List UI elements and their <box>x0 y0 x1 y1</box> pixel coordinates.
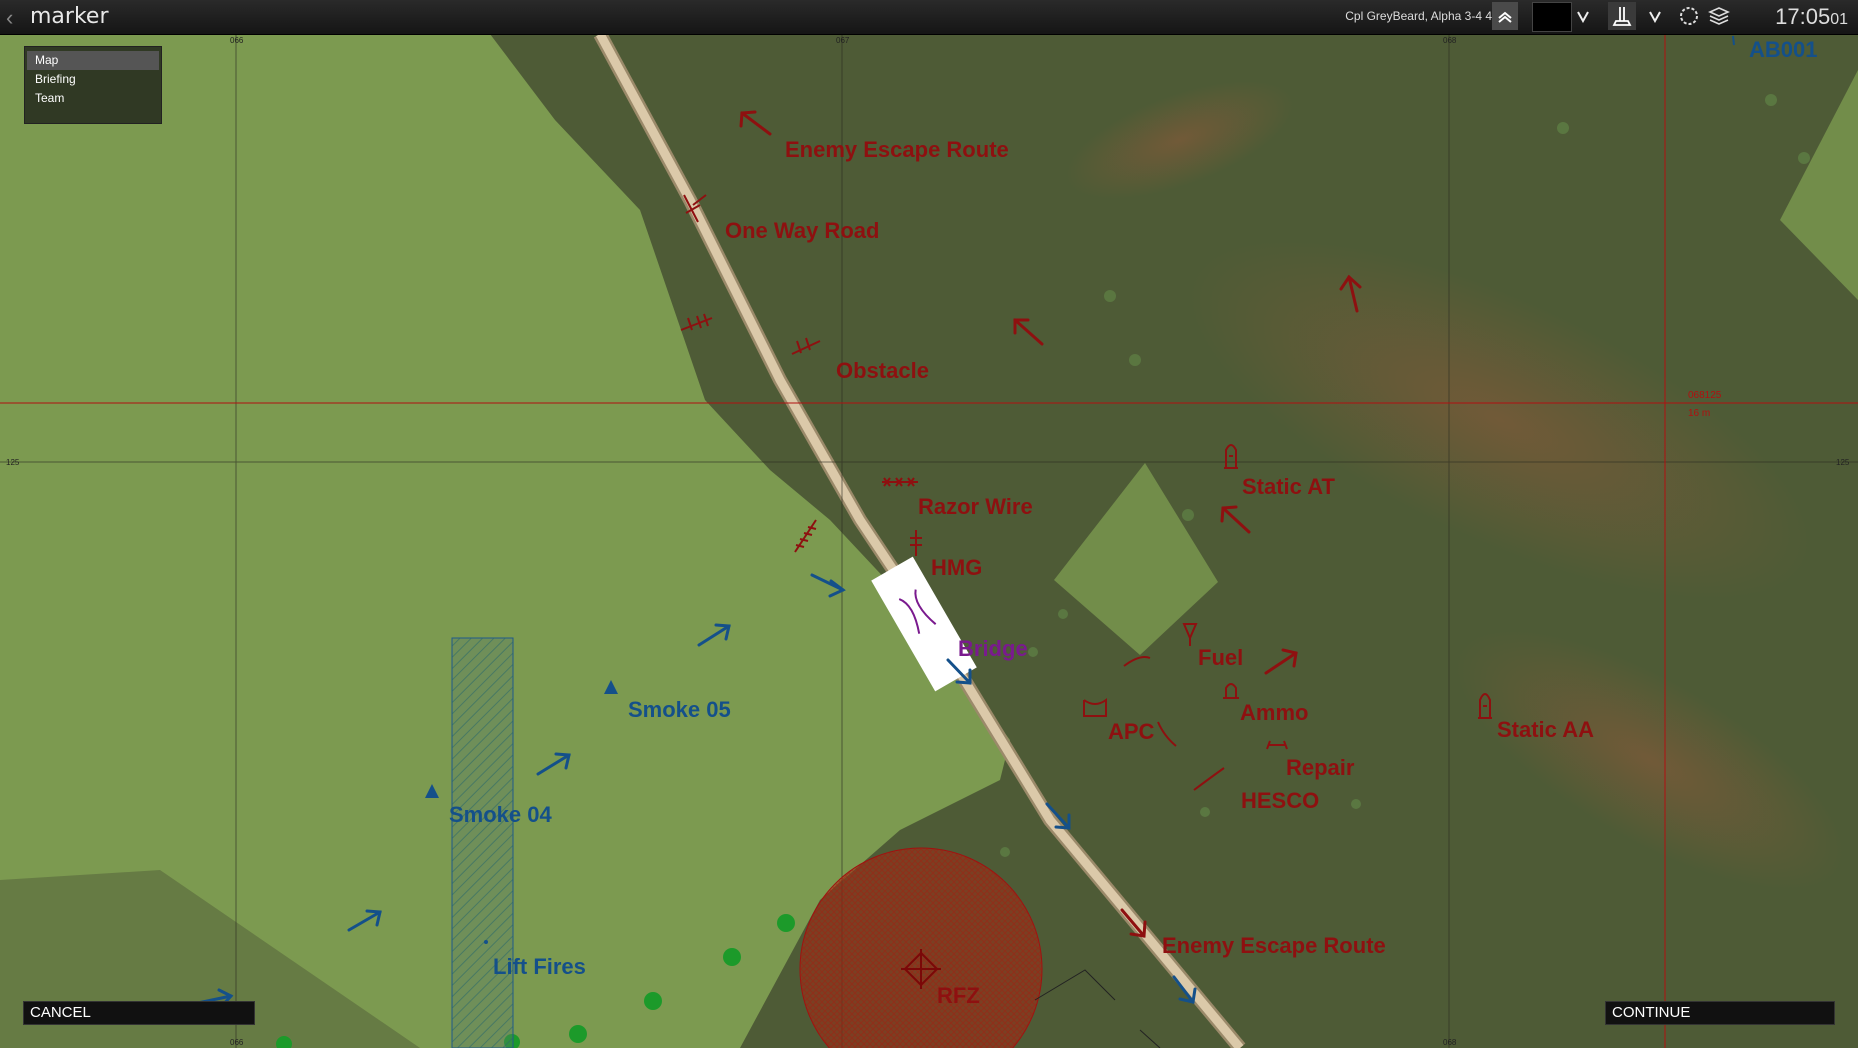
grid-label-y-125-right: 125 <box>1836 458 1850 467</box>
map-canvas[interactable]: 066 067 068 066 068 125 125 068125 16 m … <box>0 34 1858 1048</box>
chevron-down-icon[interactable] <box>1574 2 1592 30</box>
clock-seconds: 01 <box>1830 11 1848 28</box>
grid-label-x-068-bottom: 068 <box>1443 1038 1457 1047</box>
top-bar: ‹ marker Cpl GreyBeard, Alpha 3-4 4 17:0… <box>0 0 1858 35</box>
map-label-fuel[interactable]: Fuel <box>1198 645 1243 670</box>
map-label-rfz[interactable]: RFZ <box>937 983 980 1008</box>
clock: 17:0501 <box>1775 4 1848 30</box>
circle-icon[interactable] <box>1676 2 1702 30</box>
cancel-button[interactable]: CANCEL <box>23 1001 255 1025</box>
briefing-menu: Map Briefing Team <box>24 46 162 124</box>
map-label-one-way-road[interactable]: One Way Road <box>725 218 879 243</box>
map-label-apc[interactable]: APC <box>1108 719 1155 744</box>
back-chevron-icon[interactable]: ‹ <box>6 5 13 31</box>
map-label-enemy-escape-route[interactable]: Enemy Escape Route <box>785 137 1009 162</box>
cursor-grid-ref: 068125 <box>1688 390 1722 401</box>
grid-label-x-068: 068 <box>1443 36 1457 45</box>
map-label-static-at[interactable]: Static AT <box>1242 474 1335 499</box>
map-label-obstacle[interactable]: Obstacle <box>836 358 929 383</box>
marker-flag-icon[interactable] <box>1608 2 1636 30</box>
rank-chevrons-icon[interactable] <box>1492 2 1518 30</box>
layers-icon[interactable] <box>1706 2 1732 30</box>
ab001-icon[interactable] <box>1732 35 1735 46</box>
cursor-distance: 16 m <box>1688 408 1710 419</box>
map-label-hesco[interactable]: HESCO <box>1241 788 1319 813</box>
map-label-smoke-04[interactable]: Smoke 04 <box>449 802 552 827</box>
grid-label-y-125: 125 <box>6 458 20 467</box>
continue-button[interactable]: CONTINUE <box>1605 1001 1835 1025</box>
menu-item-team[interactable]: Team <box>25 89 161 108</box>
map-label-ab001[interactable]: AB001 <box>1749 37 1817 62</box>
map-label-hmg[interactable]: HMG <box>931 555 982 580</box>
map-label-bridge[interactable]: Bridge <box>958 636 1028 661</box>
grid-label-x-066-bottom: 066 <box>230 1038 244 1047</box>
map-label-lift-fires[interactable]: Lift Fires <box>493 954 586 979</box>
map-label-enemy-escape-route-2[interactable]: Enemy Escape Route <box>1162 933 1386 958</box>
lift-fires-icon[interactable] <box>484 940 488 944</box>
player-name: Cpl GreyBeard, Alpha 3-4 4 <box>1345 9 1492 23</box>
map-label-smoke-05[interactable]: Smoke 05 <box>628 697 731 722</box>
map-label-ammo[interactable]: Ammo <box>1240 700 1308 725</box>
color-swatch-icon[interactable] <box>1532 2 1572 32</box>
grid-label-x-066: 066 <box>230 36 244 45</box>
map-label-razor-wire[interactable]: Razor Wire <box>918 494 1033 519</box>
marker-title: marker <box>30 4 109 29</box>
map-label-static-aa[interactable]: Static AA <box>1497 717 1594 742</box>
map-label-repair[interactable]: Repair <box>1286 755 1355 780</box>
grid-label-x-067: 067 <box>836 36 850 45</box>
menu-item-map[interactable]: Map <box>27 51 159 70</box>
chevron-down-icon[interactable] <box>1646 2 1664 30</box>
clock-time: 17:05 <box>1775 4 1831 29</box>
smoke-zone-hatch <box>452 638 513 1048</box>
menu-item-briefing[interactable]: Briefing <box>25 70 161 89</box>
